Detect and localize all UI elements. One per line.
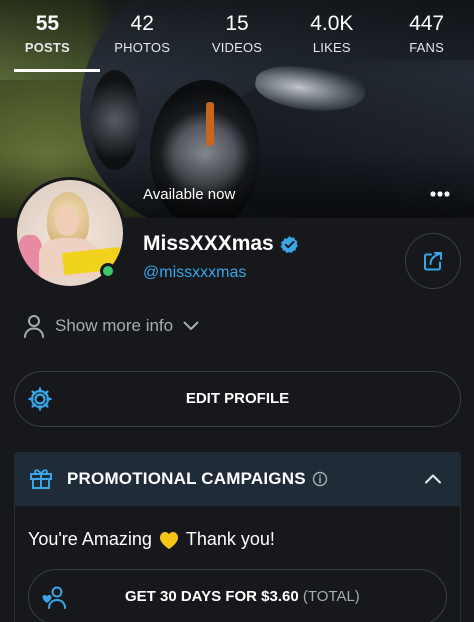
user-icon [24, 315, 44, 338]
profile-name-row: MissXXXmas [143, 232, 299, 256]
show-more-label: Show more info [55, 316, 174, 335]
photos-label: PHOTOS [114, 40, 171, 55]
profile-handle[interactable]: @missxxxmas [143, 264, 246, 282]
likes-label: LIKES [312, 40, 351, 55]
share-icon [424, 252, 442, 271]
promotional-campaigns-header[interactable]: PROMOTIONAL CAMPAIGNS [14, 452, 461, 506]
posts-count: 55 [35, 12, 60, 35]
tab-fans[interactable]: 447 FANS [379, 10, 474, 72]
online-indicator [100, 263, 116, 279]
stats-tabs: 55 POSTS 42 PHOTOS 15 VIDEOS 4.0K LIKES … [0, 10, 474, 72]
fans-label: FANS [409, 40, 444, 55]
verified-badge-icon [280, 235, 298, 253]
videos-count: 15 [225, 12, 249, 35]
more-options-button[interactable] [425, 181, 455, 207]
promo-message-start: You're Amazing [28, 529, 152, 549]
likes-count: 4.0K [310, 12, 354, 35]
promo-message-end: Thank you! [185, 529, 275, 549]
edit-profile-button[interactable]: EDIT PROFILE [14, 371, 461, 427]
subscribe-offer-price: GET 30 DAYS FOR $3.60 [125, 588, 299, 605]
subscribe-offer-suffix: (TOTAL) [302, 588, 360, 605]
tab-posts[interactable]: 55 POSTS [0, 10, 100, 72]
subscribe-offer-label: GET 30 DAYS FOR $3.60 (TOTAL) [125, 588, 360, 605]
chevron-up-icon[interactable] [423, 471, 443, 487]
promo-message: You're Amazing Thank you! [28, 529, 275, 550]
gift-icon [30, 469, 52, 489]
videos-label: VIDEOS [211, 40, 263, 55]
subscribe-offer-button[interactable]: GET 30 DAYS FOR $3.60 (TOTAL) [28, 569, 447, 622]
tab-photos[interactable]: 42 PHOTOS [95, 10, 190, 72]
profile-name: MissXXXmas [143, 232, 274, 255]
tab-videos[interactable]: 15 VIDEOS [190, 10, 285, 72]
promotional-campaigns-title: PROMOTIONAL CAMPAIGNS [67, 469, 306, 488]
yellow-heart-icon [159, 531, 178, 549]
posts-label: POSTS [24, 40, 70, 55]
avatar-face [55, 206, 79, 236]
user-heart-icon [42, 586, 66, 609]
fans-count: 447 [409, 12, 445, 35]
info-icon[interactable] [312, 471, 328, 487]
show-more-info[interactable]: Show more info [23, 314, 199, 338]
profile-page: 55 POSTS 42 PHOTOS 15 VIDEOS 4.0K LIKES … [0, 0, 474, 622]
edit-profile-label: EDIT PROFILE [185, 390, 290, 407]
more-horizontal-icon [430, 191, 450, 197]
photos-count: 42 [130, 12, 154, 35]
chevron-down-icon [183, 321, 199, 330]
share-button[interactable] [405, 233, 461, 289]
availability-status: Available now [143, 186, 236, 203]
tab-likes[interactable]: 4.0K LIKES [284, 10, 379, 72]
